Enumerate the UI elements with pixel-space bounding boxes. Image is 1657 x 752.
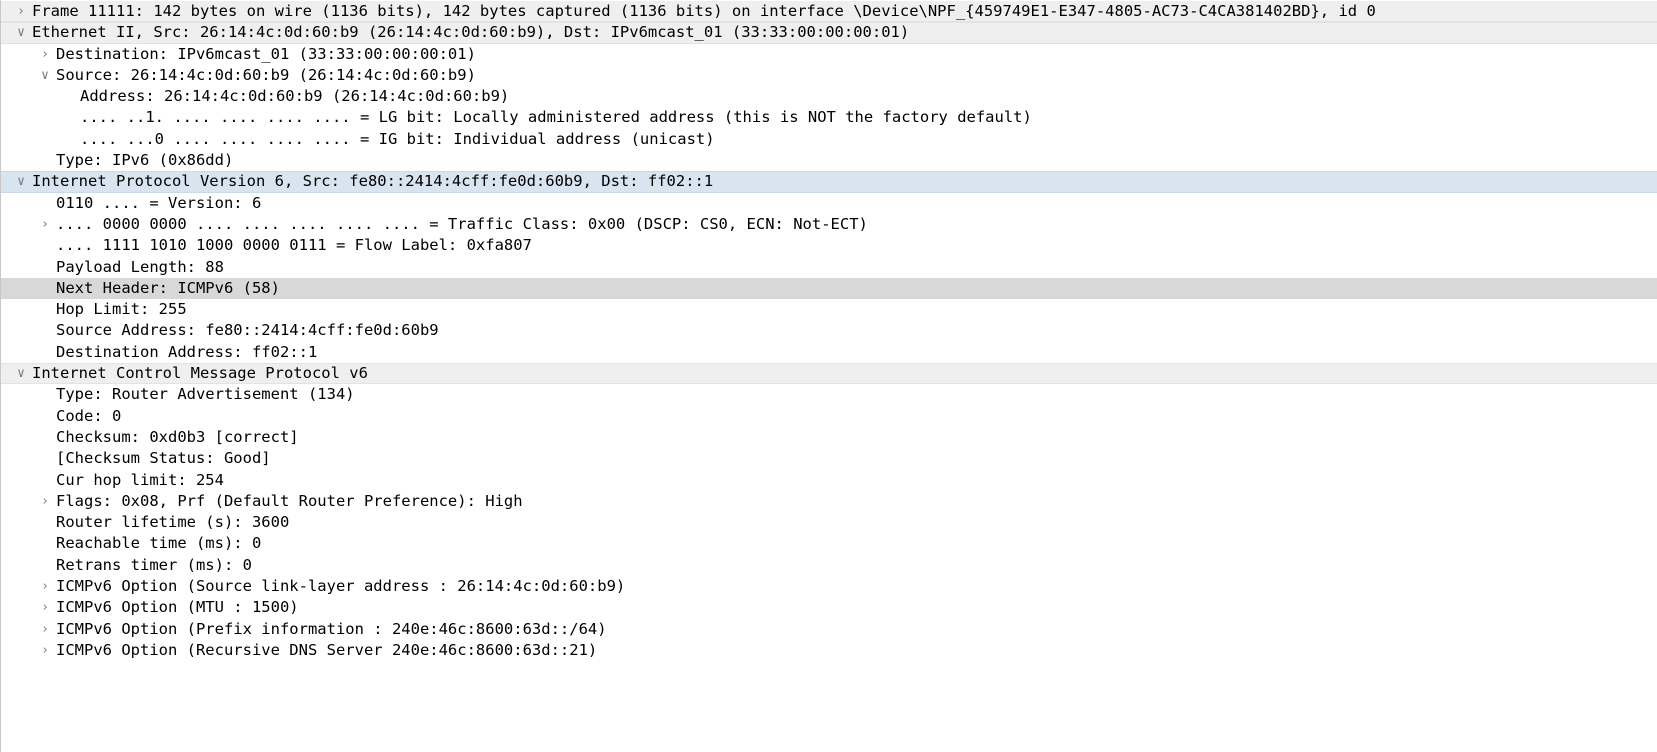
tree-row-label: Checksum: 0xd0b3 [correct] [56,427,299,446]
tree-row-label: Type: Router Advertisement (134) [56,385,355,404]
tree-row-label: Internet Protocol Version 6, Src: fe80::… [32,172,714,191]
packet-detail-tree[interactable]: › Frame 11111: 142 bytes on wire (1136 bi… [1,0,1657,661]
tree-row-label: Internet Control Message Protocol v6 [32,364,368,383]
tree-row-icmpv6-flags[interactable]: › Flags: 0x08, Prf (Default Router Prefer… [1,491,1657,512]
tree-row-label: [Checksum Status: Good] [56,449,271,468]
tree-row-icmpv6-checksum[interactable]: Checksum: 0xd0b3 [correct] [1,427,1657,448]
tree-row-label: ICMPv6 Option (Prefix information : 240e… [56,619,607,638]
tree-row-icmpv6-option-prefix-information[interactable]: › ICMPv6 Option (Prefix information : 240… [1,619,1657,640]
tree-row-label: Source: 26:14:4c:0d:60:b9 (26:14:4c:0d:6… [56,65,476,84]
tree-row-label: Retrans timer (ms): 0 [56,555,252,574]
tree-row-icmpv6-reachable-time[interactable]: Reachable time (ms): 0 [1,533,1657,554]
tree-row-ipv6-payload-length[interactable]: Payload Length: 88 [1,257,1657,278]
tree-row-label: Hop Limit: 255 [56,300,187,319]
tree-row-label: Router lifetime (s): 3600 [56,513,290,532]
tree-row-label: ICMPv6 Option (MTU : 1500) [56,598,299,617]
tree-row-label: 0110 .... = Version: 6 [56,193,262,212]
tree-row-icmpv6-option-recursive-dns-server[interactable]: › ICMPv6 Option (Recursive DNS Server 240… [1,640,1657,661]
tree-row-ipv6-traffic-class[interactable]: ›.... 0000 0000 .... .... .... .... ....… [1,214,1657,235]
chevron-down-icon[interactable]: ∨ [10,22,32,43]
chevron-right-icon[interactable]: › [34,214,56,235]
packet-details-pane[interactable]: › Frame 11111: 142 bytes on wire (1136 bi… [0,0,1657,752]
tree-row-ipv6-next-header[interactable]: Next Header: ICMPv6 (58) [1,277,1657,300]
tree-row-label: Source Address: fe80::2414:4cff:fe0d:60b… [56,321,439,340]
tree-row-label: Next Header: ICMPv6 (58) [56,278,280,297]
tree-row-ipv6-hop-limit[interactable]: Hop Limit: 255 [1,299,1657,320]
tree-row-label: .... ..1. .... .... .... .... = LG bit: … [80,108,1032,127]
tree-row-label: Reachable time (ms): 0 [56,534,262,553]
tree-row-label: ICMPv6 Option (Source link-layer address… [56,577,626,596]
tree-row-eth-lg-bit[interactable]: .... ..1. .... .... .... .... = LG bit: … [1,107,1657,128]
tree-row-eth-source[interactable]: ∨ Source: 26:14:4c:0d:60:b9 (26:14:4c:0d:… [1,65,1657,86]
tree-row-label: Flags: 0x08, Prf (Default Router Prefere… [56,491,523,510]
tree-row-icmpv6-router-lifetime[interactable]: Router lifetime (s): 3600 [1,512,1657,533]
tree-row-label: Frame 11111: 142 bytes on wire (1136 bit… [32,1,1376,20]
tree-row-eth-destination[interactable]: › Destination: IPv6mcast_01 (33:33:00:00:… [1,44,1657,65]
tree-row-label: ICMPv6 Option (Recursive DNS Server 240e… [56,640,598,659]
tree-row-ipv6-source-address[interactable]: Source Address: fe80::2414:4cff:fe0d:60b… [1,320,1657,341]
chevron-right-icon[interactable]: › [34,619,56,640]
tree-row-eth-source-address[interactable]: Address: 26:14:4c:0d:60:b9 (26:14:4c:0d:… [1,86,1657,107]
tree-row-label: .... ...0 .... .... .... .... = IG bit: … [80,129,715,148]
tree-row-ipv6-version[interactable]: 0110 .... = Version: 6 [1,193,1657,214]
tree-row-ethernet-ii[interactable]: ∨ Ethernet II, Src: 26:14:4c:0d:60:b9 (26… [1,22,1657,44]
chevron-down-icon[interactable]: ∨ [34,65,56,86]
tree-row-icmpv6-option-source-linklayer[interactable]: › ICMPv6 Option (Source link-layer addres… [1,576,1657,597]
chevron-right-icon[interactable]: › [34,44,56,65]
tree-row-ipv6[interactable]: ∨ Internet Protocol Version 6, Src: fe80:… [1,171,1657,193]
chevron-right-icon[interactable]: › [10,1,32,22]
tree-row-label: Destination: IPv6mcast_01 (33:33:00:00:0… [56,44,476,63]
tree-row-label: Address: 26:14:4c:0d:60:b9 (26:14:4c:0d:… [80,87,510,106]
tree-row-icmpv6-cur-hop-limit[interactable]: Cur hop limit: 254 [1,470,1657,491]
tree-row-label: .... 1111 1010 1000 0000 0111 = Flow Lab… [56,236,532,255]
tree-row-label: Type: IPv6 (0x86dd) [56,151,234,170]
chevron-right-icon[interactable]: › [34,576,56,597]
tree-row-label: Code: 0 [56,406,122,425]
tree-row-icmpv6-type[interactable]: Type: Router Advertisement (134) [1,384,1657,405]
chevron-down-icon[interactable]: ∨ [10,171,32,192]
chevron-right-icon[interactable]: › [34,491,56,512]
tree-row-icmpv6-option-mtu[interactable]: › ICMPv6 Option (MTU : 1500) [1,597,1657,618]
tree-row-label: Ethernet II, Src: 26:14:4c:0d:60:b9 (26:… [32,23,910,42]
tree-row-label: .... 0000 0000 .... .... .... .... .... … [56,214,868,233]
tree-row-eth-ig-bit[interactable]: .... ...0 .... .... .... .... = IG bit: … [1,129,1657,150]
chevron-down-icon[interactable]: ∨ [10,363,32,384]
tree-row-icmpv6-retrans-timer[interactable]: Retrans timer (ms): 0 [1,555,1657,576]
tree-row-label: Destination Address: ff02::1 [56,342,318,361]
tree-row-label: Payload Length: 88 [56,257,224,276]
chevron-right-icon[interactable]: › [34,640,56,661]
tree-row-eth-type[interactable]: Type: IPv6 (0x86dd) [1,150,1657,171]
tree-row-ipv6-destination-address[interactable]: Destination Address: ff02::1 [1,342,1657,363]
tree-row-icmpv6[interactable]: ∨ Internet Control Message Protocol v6 [1,363,1657,385]
chevron-right-icon[interactable]: › [34,597,56,618]
tree-row-frame[interactable]: › Frame 11111: 142 bytes on wire (1136 bi… [1,1,1657,23]
tree-row-ipv6-flow-label[interactable]: .... 1111 1010 1000 0000 0111 = Flow Lab… [1,235,1657,256]
tree-row-icmpv6-code[interactable]: Code: 0 [1,406,1657,427]
tree-row-label: Cur hop limit: 254 [56,470,224,489]
tree-row-icmpv6-checksum-status[interactable]: [Checksum Status: Good] [1,448,1657,469]
